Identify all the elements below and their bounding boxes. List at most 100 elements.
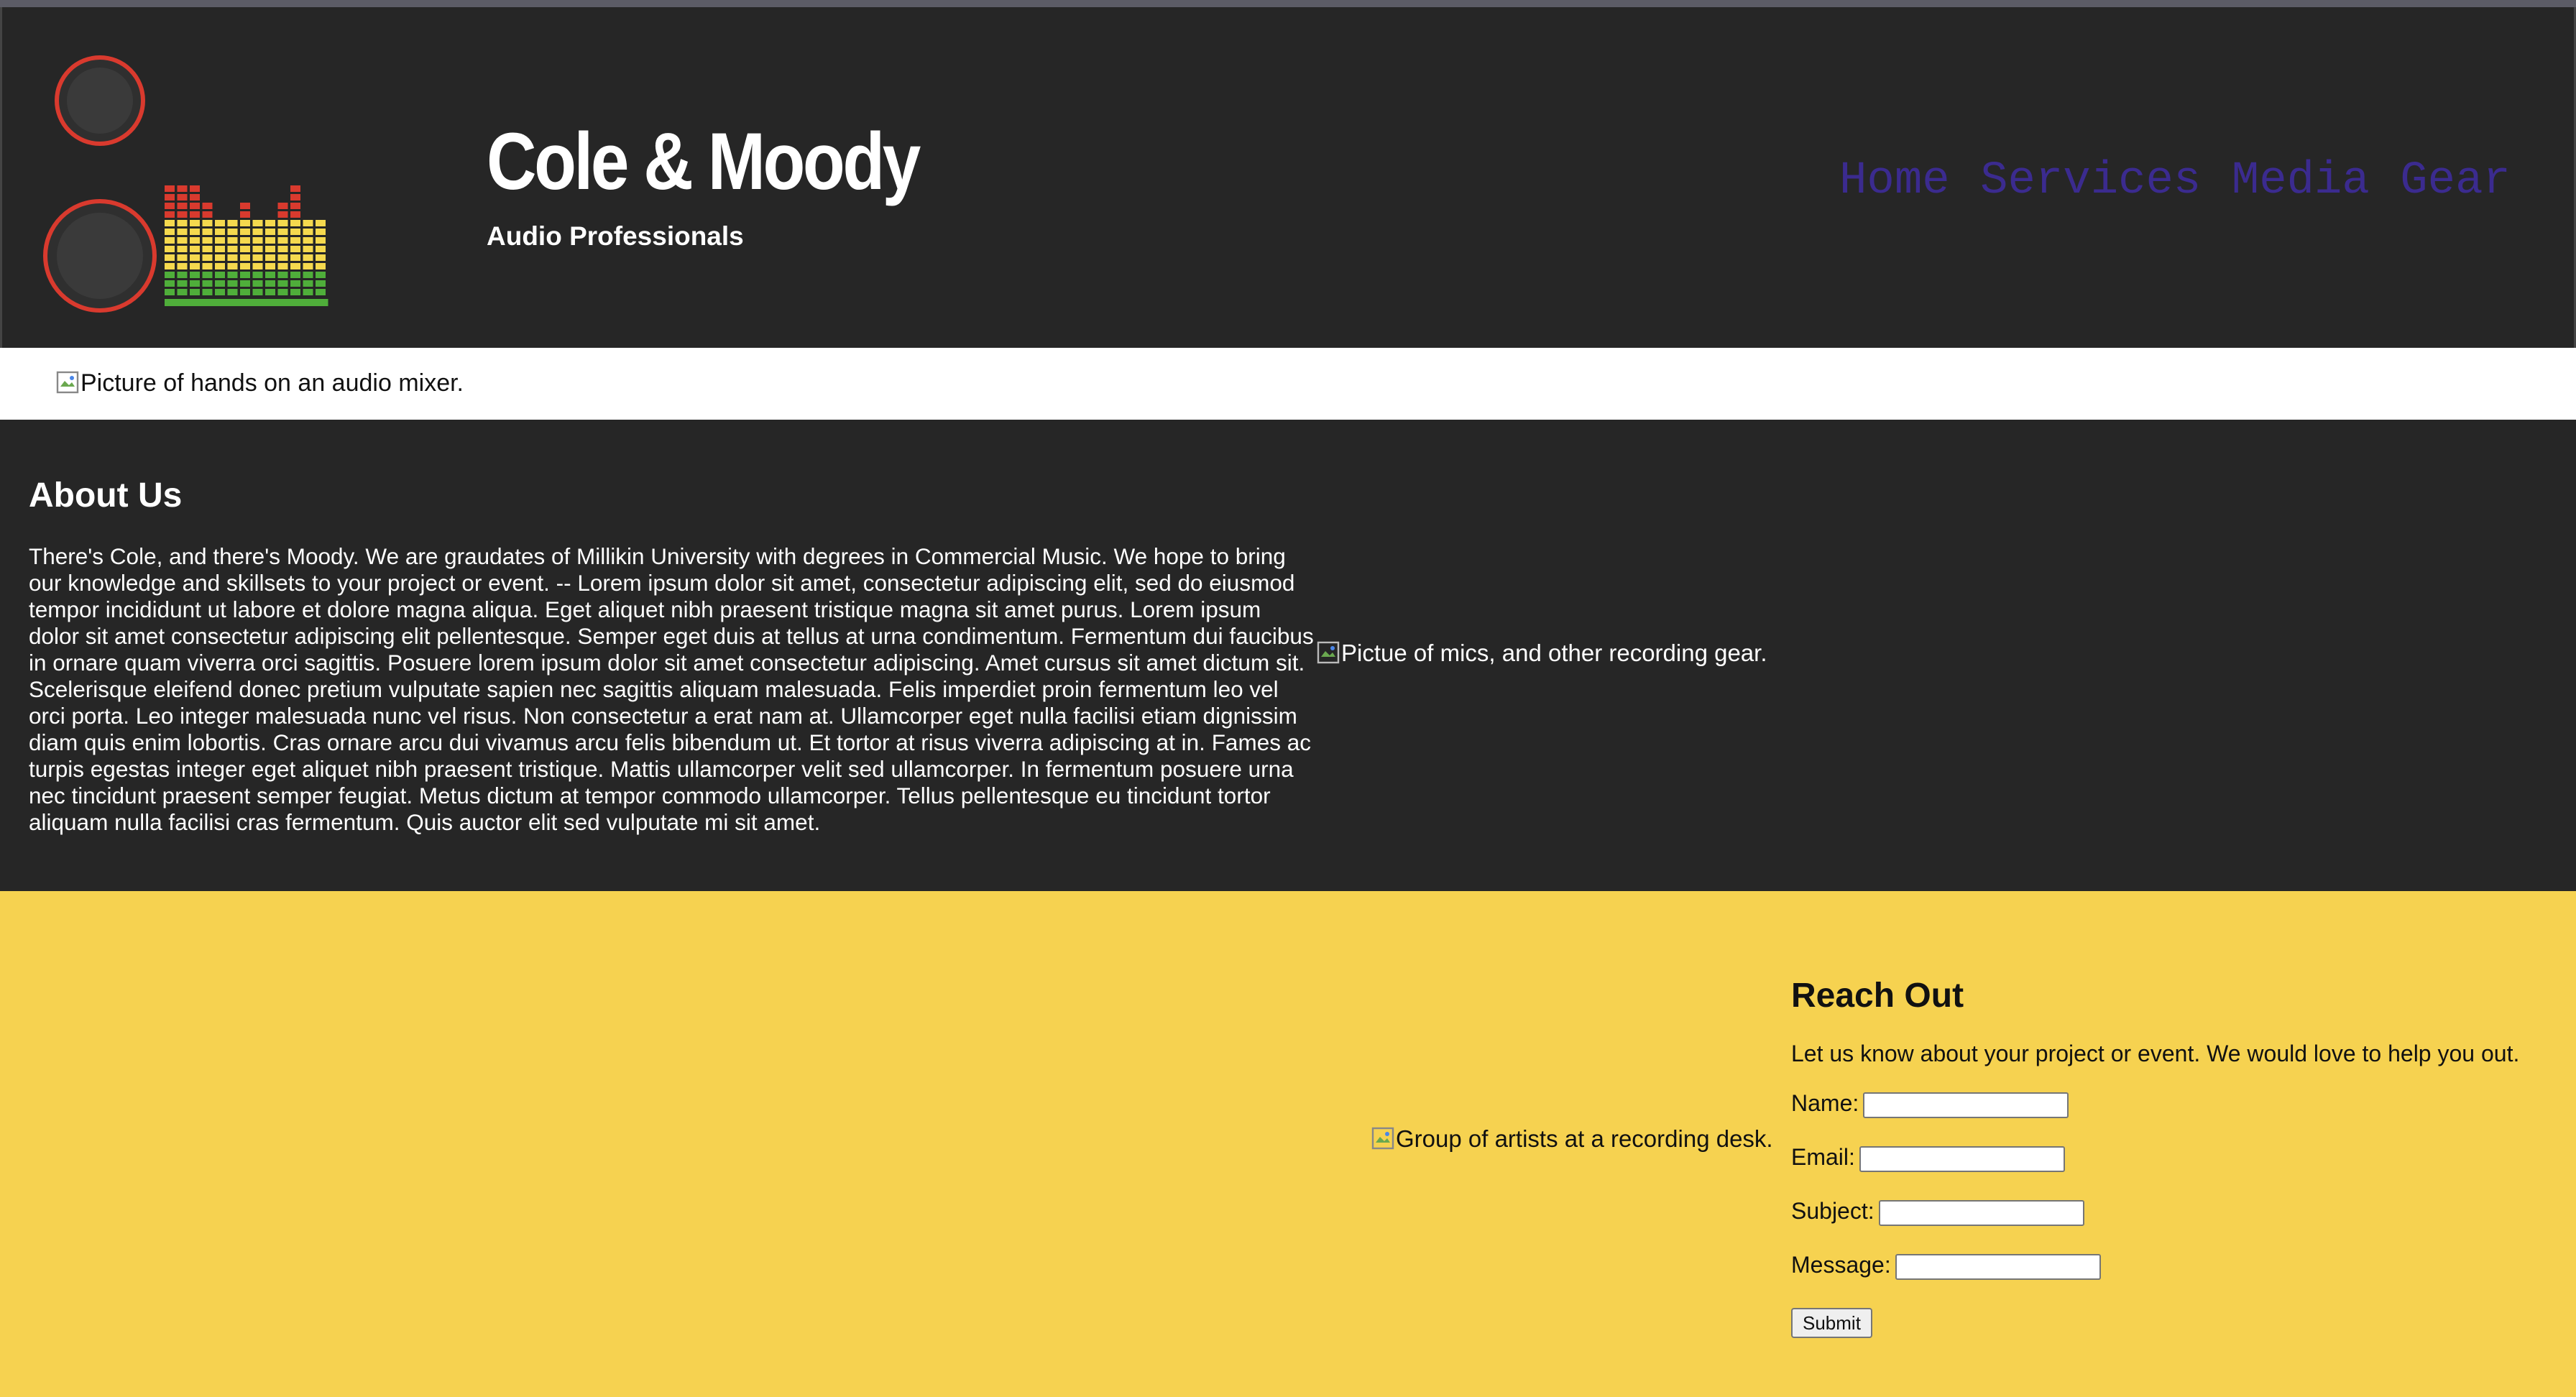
equalizer-segment [227, 289, 238, 295]
broken-image-icon [1317, 641, 1340, 664]
nav-link-media[interactable]: Media [2232, 155, 2370, 207]
equalizer-segment [252, 220, 263, 226]
about-section: About Us There's Cole, and there's Moody… [0, 420, 2576, 891]
equalizer-segment [252, 280, 263, 287]
equalizer-segment [227, 263, 238, 269]
equalizer-segment [265, 272, 275, 278]
nav-link-home[interactable]: Home [1839, 155, 1950, 207]
equalizer-segment [240, 254, 250, 261]
equalizer-segment [177, 194, 188, 200]
equalizer-segment [202, 229, 213, 235]
brand-title: Cole & Moody [487, 116, 921, 206]
message-row: Message: [1791, 1252, 2101, 1280]
nav-link-gear[interactable]: Gear [2400, 155, 2511, 207]
equalizer-segment [316, 272, 326, 278]
equalizer-segment [290, 229, 300, 235]
equalizer-segment [227, 280, 238, 287]
equalizer-segment [265, 280, 275, 287]
equalizer-segment [277, 272, 288, 278]
equalizer-segment [240, 211, 250, 218]
artists-image-alt: Group of artists at a recording desk. [1396, 1125, 1773, 1152]
equalizer-segment [165, 211, 175, 218]
equalizer-segment [290, 289, 300, 295]
equalizer-segment [290, 246, 300, 252]
equalizer-base [165, 299, 328, 306]
equalizer-segment [290, 263, 300, 269]
equalizer-segment [215, 280, 225, 287]
equalizer-segment [316, 254, 326, 261]
equalizer-segment [240, 229, 250, 235]
about-body: There's Cole, and there's Moody. We are … [29, 543, 1314, 835]
equalizer-segment [215, 263, 225, 269]
broken-image-icon [56, 371, 79, 394]
equalizer-segment [177, 237, 188, 244]
equalizer-segment [177, 289, 188, 295]
equalizer-segment [316, 263, 326, 269]
equalizer-segment [177, 246, 188, 252]
message-input[interactable] [1895, 1253, 2101, 1280]
equalizer-segment [290, 211, 300, 218]
equalizer-segment [190, 229, 200, 235]
name-input[interactable] [1863, 1092, 2069, 1118]
equalizer-segment [190, 203, 200, 209]
logo-icon [43, 55, 328, 313]
equalizer-segment [165, 254, 175, 261]
gear-image: Pictue of mics, and other recording gear… [1317, 640, 1767, 667]
equalizer-segment [265, 254, 275, 261]
equalizer-segment [215, 254, 225, 261]
equalizer-segment [277, 237, 288, 244]
subject-input[interactable] [1878, 1199, 2084, 1226]
equalizer-segment [202, 280, 213, 287]
equalizer-segment [190, 280, 200, 287]
equalizer-segment [177, 263, 188, 269]
equalizer-segment [165, 280, 175, 287]
equalizer-segment [177, 203, 188, 209]
equalizer-segment [177, 272, 188, 278]
equalizer-segment [215, 289, 225, 295]
equalizer-segment [303, 229, 313, 235]
equalizer-segment [265, 220, 275, 226]
main-nav: Home Services Media Gear [1839, 155, 2538, 207]
equalizer-segment [277, 246, 288, 252]
reach-out-section: Group of artists at a recording desk. Re… [0, 891, 2576, 1397]
equalizer-segment [277, 263, 288, 269]
equalizer-segment [165, 237, 175, 244]
equalizer-segment [202, 237, 213, 244]
equalizer-segment [252, 229, 263, 235]
submit-button[interactable]: Submit [1791, 1308, 1872, 1338]
equalizer-segment [165, 246, 175, 252]
equalizer-segment [303, 237, 313, 244]
equalizer-segment [303, 263, 313, 269]
equalizer-segment [215, 237, 225, 244]
equalizer-segment [215, 246, 225, 252]
nav-link-services[interactable]: Services [1980, 155, 2201, 207]
equalizer-segment [227, 272, 238, 278]
equalizer-segment [240, 272, 250, 278]
reach-heading: Reach Out [1791, 977, 1964, 1015]
email-input[interactable] [1859, 1145, 2065, 1172]
equalizer-segment [240, 263, 250, 269]
equalizer-segment [165, 185, 175, 192]
equalizer-segment [177, 254, 188, 261]
equalizer-bars [165, 185, 328, 306]
equalizer-segment [290, 272, 300, 278]
equalizer-segment [215, 229, 225, 235]
name-row: Name: [1791, 1090, 2069, 1118]
speaker-icon [43, 55, 157, 313]
equalizer-segment [252, 237, 263, 244]
email-label: Email: [1791, 1144, 1855, 1170]
equalizer-segment [252, 246, 263, 252]
equalizer-segment [190, 289, 200, 295]
equalizer-segment [277, 289, 288, 295]
equalizer-segment [252, 272, 263, 278]
equalizer-segment [227, 237, 238, 244]
equalizer-segment [190, 194, 200, 200]
equalizer-segment [252, 289, 263, 295]
site-header: Cole & Moody Audio Professionals Home Se… [0, 7, 2576, 348]
equalizer-segment [290, 237, 300, 244]
equalizer-segment [202, 272, 213, 278]
equalizer-segment [165, 194, 175, 200]
equalizer-segment [190, 272, 200, 278]
message-label: Message: [1791, 1252, 1891, 1278]
equalizer-segment [290, 185, 300, 192]
